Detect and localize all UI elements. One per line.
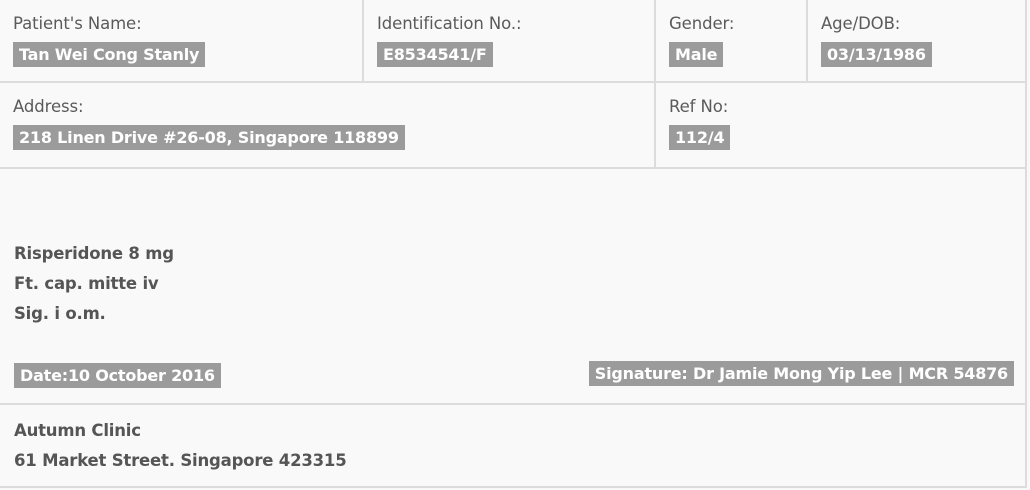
gender-cell: Gender: Male <box>656 0 808 81</box>
identification-cell: Identification No.: E8534541/F <box>364 0 656 81</box>
rx-line-sig: Sig. i o.m. <box>14 304 106 323</box>
clinic-address: 61 Market Street. Singapore 423315 <box>14 451 347 470</box>
age-dob-value: 03/13/1986 <box>821 42 932 67</box>
patient-name-value: Tan Wei Cong Stanly <box>13 42 206 67</box>
age-dob-cell: Age/DOB: 03/13/1986 <box>808 0 1026 81</box>
address-label: Address: <box>13 97 84 116</box>
identification-value: E8534541/F <box>377 42 493 67</box>
patient-name-cell: Patient's Name: Tan Wei Cong Stanly <box>0 0 364 81</box>
clinic-name: Autumn Clinic <box>14 421 141 440</box>
prescription-body: Risperidone 8 mg Ft. cap. mitte iv Sig. … <box>0 169 1026 405</box>
gender-value: Male <box>669 42 724 67</box>
gender-label: Gender: <box>669 14 735 33</box>
patient-name-label: Patient's Name: <box>13 14 142 33</box>
address-value: 218 Linen Drive #26-08, Singapore 118899 <box>13 125 405 150</box>
clinic-footer: Autumn Clinic 61 Market Street. Singapor… <box>0 405 1026 488</box>
address-row: Address: 218 Linen Drive #26-08, Singapo… <box>0 83 1026 169</box>
ref-no-cell: Ref No: 112/4 <box>656 83 1026 167</box>
prescription-date: Date:10 October 2016 <box>14 363 221 388</box>
prescription-form: Patient's Name: Tan Wei Cong Stanly Iden… <box>0 0 1027 488</box>
identification-label: Identification No.: <box>377 14 522 33</box>
rx-line-drug: Risperidone 8 mg <box>14 244 174 263</box>
ref-no-label: Ref No: <box>669 97 729 116</box>
rx-line-form: Ft. cap. mitte iv <box>14 274 159 293</box>
address-cell: Address: 218 Linen Drive #26-08, Singapo… <box>0 83 656 167</box>
age-dob-label: Age/DOB: <box>821 14 901 33</box>
patient-info-row: Patient's Name: Tan Wei Cong Stanly Iden… <box>0 0 1026 83</box>
doctor-signature: Signature: Dr Jamie Mong Yip Lee | MCR 5… <box>588 361 1014 386</box>
ref-no-value: 112/4 <box>669 125 731 150</box>
